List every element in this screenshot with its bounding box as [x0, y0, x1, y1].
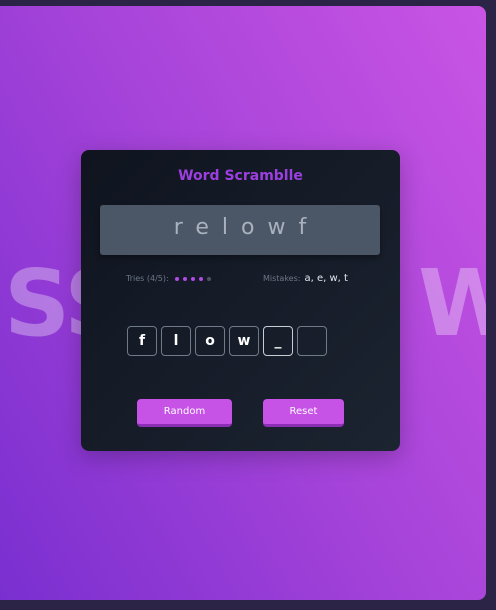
letter-input-5[interactable]: _ [263, 326, 293, 356]
tries-indicator: Tries (4/5): [126, 274, 215, 283]
tries-label: Tries (4/5): [126, 274, 169, 283]
try-dot-used [182, 276, 187, 281]
try-dot-remaining [206, 276, 211, 281]
letter-input-6[interactable] [297, 326, 327, 356]
try-dot-used [190, 276, 195, 281]
game-title: Word Scramblle [178, 168, 303, 184]
letter-input-3[interactable]: o [195, 326, 225, 356]
background-letter-right: W [418, 250, 486, 357]
reset-button[interactable]: Reset [263, 399, 344, 427]
game-card: Word Scramblle relowf Tries (4/5): Mista… [81, 150, 400, 451]
letter-input-4[interactable]: w [229, 326, 259, 356]
letter-input-2[interactable]: l [161, 326, 191, 356]
scrambled-word: relowf [173, 215, 320, 240]
try-dot-used [174, 276, 179, 281]
letter-input-1[interactable]: f [127, 326, 157, 356]
try-dot-used [198, 276, 203, 281]
letter-inputs: f l o w _ [127, 326, 331, 356]
game-window: SS W Word Scramblle relowf Tries (4/5): … [0, 6, 486, 600]
scrambled-word-display: relowf [100, 205, 380, 255]
mistakes-value: a, e, w, t [304, 273, 348, 284]
mistakes-label: Mistakes: [263, 274, 301, 283]
random-button[interactable]: Random [137, 399, 232, 427]
mistakes-indicator: Mistakes: a, e, w, t [263, 273, 348, 284]
tries-dots [174, 276, 215, 281]
